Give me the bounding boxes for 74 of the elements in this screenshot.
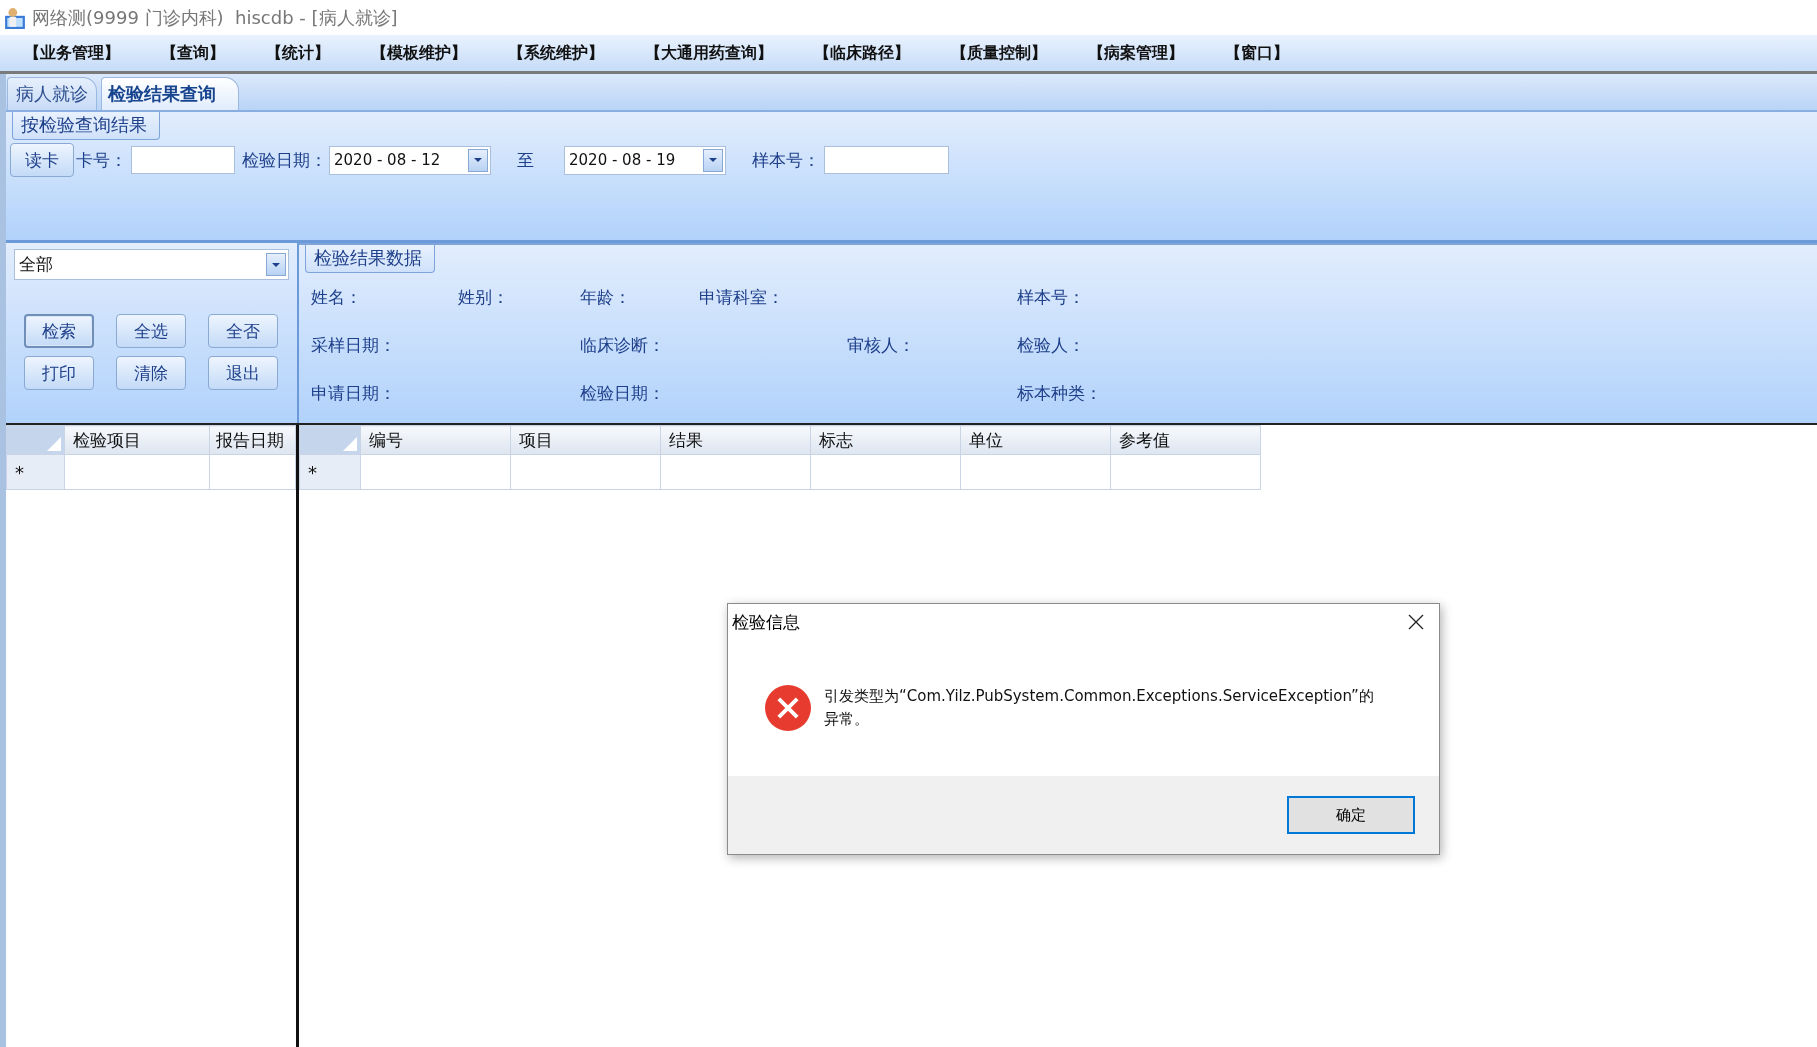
action-button[interactable]: 清除 [116,356,186,390]
caret-icon [272,262,280,267]
column-header[interactable]: 标志 [810,425,961,455]
dropdown-button[interactable] [468,148,488,172]
new-row-marker: * [299,454,361,490]
table-cell[interactable] [660,454,811,490]
error-icon [765,685,811,731]
action-button[interactable]: 退出 [208,356,278,390]
action-button[interactable]: 打印 [24,356,94,390]
field-label: 检验日期： [242,148,327,172]
app-icon [4,6,26,29]
menu-item[interactable]: 【窗口】 [1223,40,1291,66]
field-label: 标本种类： [1017,381,1103,405]
ok-button[interactable]: 确定 [1287,796,1415,834]
table-cell[interactable] [209,454,296,490]
menu-item[interactable]: 【大通用药查询】 [643,40,775,66]
column-header[interactable]: 报告日期 [209,425,296,455]
field-label: 姓名： [311,285,363,309]
field-label: 样本号： [1017,285,1086,309]
field-label: 临床诊断： [580,333,666,357]
error-message: 引发类型为“Com.Yilz.PubSystem.Common.Exceptions.ServiceException”的异常。 [824,686,1375,730]
row-header [6,425,65,455]
menu-item[interactable]: 【临床路径】 [812,40,912,66]
menu-item[interactable]: 【统计】 [264,40,332,66]
field-label: 检验日期： [580,381,666,405]
window-title: 网络测(9999 门诊内科) hiscdb - [病人就诊] [32,5,398,30]
filter-dropdown[interactable]: 全部 [14,249,289,280]
column-header[interactable]: 结果 [660,425,811,455]
table-cell[interactable] [64,454,210,490]
menu-item[interactable]: 【质量控制】 [949,40,1049,66]
column-header[interactable]: 检验项目 [64,425,210,455]
menu-item[interactable]: 【病案管理】 [1086,40,1186,66]
caret-icon [474,158,482,162]
field-label: 采样日期： [311,333,397,357]
dropdown-button[interactable] [703,148,723,172]
new-row-marker: * [6,454,65,490]
card-number-field[interactable] [131,146,235,174]
table-cell[interactable] [360,454,511,490]
action-button[interactable]: 全选 [116,314,186,348]
column-header[interactable]: 项目 [510,425,661,455]
field-label: 审核人： [847,333,916,357]
date-picker[interactable]: 2020 - 08 - 19 [564,145,726,175]
table-cell[interactable] [510,454,661,490]
field-label: 样本号： [752,148,820,172]
action-button[interactable]: 全否 [208,314,278,348]
table-cell[interactable] [1110,454,1261,490]
sample-number-field[interactable] [824,146,949,174]
column-header[interactable]: 编号 [360,425,511,455]
menu-item[interactable]: 【模板维护】 [369,40,469,66]
dropdown-button[interactable] [266,253,286,276]
field-label: 姓别： [458,285,510,309]
table-cell[interactable] [810,454,961,490]
field-label: 申请科室： [699,285,785,309]
group-title: 检验结果数据 [305,245,435,273]
field-label: 检验人： [1017,333,1086,357]
column-header[interactable]: 参考值 [1110,425,1261,455]
date-picker[interactable]: 2020 - 08 - 12 [329,145,491,175]
field-label: 年龄： [580,285,632,309]
tab[interactable]: 病人就诊 [7,77,97,110]
column-header[interactable]: 单位 [960,425,1111,455]
field-label: 申请日期： [311,381,397,405]
group-title: 按检验查询结果 [12,112,160,140]
action-button[interactable]: 检索 [24,314,94,348]
menu-item[interactable]: 【系统维护】 [506,40,606,66]
dialog-title: 检验信息 [732,610,800,634]
read-card-button[interactable]: 读卡 [10,143,74,177]
tab[interactable]: 检验结果查询 [101,77,239,110]
close-icon [1408,614,1424,630]
field-label: 卡号： [76,148,127,172]
field-label: 至 [517,148,534,172]
caret-icon [709,158,717,162]
menu-item[interactable]: 【查询】 [159,40,227,66]
table-cell[interactable] [960,454,1111,490]
menu-item[interactable]: 【业务管理】 [22,40,122,66]
